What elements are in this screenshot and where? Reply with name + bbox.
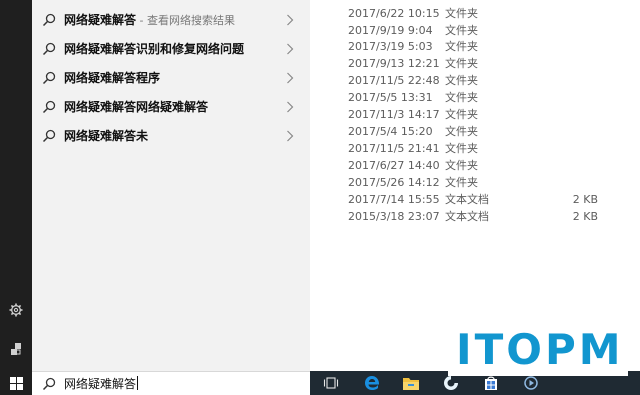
search-icon bbox=[42, 129, 56, 143]
file-date: 2017/5/5 13:31 bbox=[348, 91, 433, 104]
file-size: 2 KB bbox=[572, 210, 598, 223]
file-row[interactable]: 2017/7/14 15:55 文本文档 2 KB bbox=[310, 191, 640, 208]
file-date: 2017/6/27 14:40 bbox=[348, 159, 440, 172]
file-type: 文件夹 bbox=[445, 108, 478, 121]
file-type: 文件夹 bbox=[445, 40, 478, 53]
search-result-item[interactable]: 网络疑难解答识别和修复网络问题 bbox=[32, 35, 310, 63]
file-row[interactable]: 2017/9/19 9:04 文件夹 bbox=[310, 22, 640, 39]
file-type: 文件夹 bbox=[445, 159, 478, 172]
chevron-right-icon bbox=[287, 130, 294, 142]
task-view-icon bbox=[323, 377, 339, 389]
settings-icon bbox=[9, 303, 23, 317]
text-caret bbox=[137, 376, 139, 390]
file-date: 2017/11/5 22:48 bbox=[348, 74, 440, 87]
search-icon bbox=[42, 13, 56, 27]
file-type: 文本文档 bbox=[445, 193, 489, 206]
file-row[interactable]: 2017/11/3 14:17 文件夹 bbox=[310, 106, 640, 123]
file-type: 文件夹 bbox=[445, 176, 478, 189]
file-date: 2015/3/18 23:07 bbox=[348, 210, 440, 223]
file-row[interactable]: 2017/11/5 21:41 文件夹 bbox=[310, 140, 640, 157]
watermark-text: ITOPM bbox=[456, 325, 624, 374]
file-row[interactable]: 2017/9/13 12:21 文件夹 bbox=[310, 55, 640, 72]
search-result-label: 网络疑难解答程序 bbox=[64, 71, 161, 85]
search-results-panel: 网络疑难解答 - 查看网络搜索结果 网络疑难解答识别和修复网络问题 网络疑难解答… bbox=[32, 0, 310, 371]
file-explorer-button[interactable] bbox=[396, 371, 426, 395]
search-result-item[interactable]: 网络疑难解答网络疑难解答 bbox=[32, 93, 310, 121]
chevron-right-icon bbox=[287, 101, 294, 113]
search-result-label: 网络疑难解答网络疑难解答 bbox=[64, 100, 209, 114]
task-view-button[interactable] bbox=[316, 371, 346, 395]
user-button[interactable] bbox=[0, 334, 32, 364]
edge-browser-icon bbox=[365, 376, 380, 390]
file-type: 文件夹 bbox=[445, 57, 478, 70]
file-type: 文件夹 bbox=[445, 125, 478, 138]
search-result-label: 网络疑难解答识别和修复网络问题 bbox=[64, 42, 245, 56]
search-result-label: 网络疑难解答未 bbox=[64, 129, 149, 143]
file-date: 2017/5/26 14:12 bbox=[348, 176, 440, 189]
edge-browser-button[interactable] bbox=[357, 371, 387, 395]
start-menu-rail bbox=[0, 0, 32, 395]
file-row[interactable]: 2017/3/19 5:03 文件夹 bbox=[310, 38, 640, 55]
file-date: 2017/6/22 10:15 bbox=[348, 7, 440, 20]
file-type: 文件夹 bbox=[445, 91, 478, 104]
file-date: 2017/9/19 9:04 bbox=[348, 24, 433, 37]
search-result-item[interactable]: 网络疑难解答程序 bbox=[32, 64, 310, 92]
file-row[interactable]: 2017/5/5 13:31 文件夹 bbox=[310, 89, 640, 106]
chevron-right-icon bbox=[287, 43, 294, 55]
file-date: 2017/3/19 5:03 bbox=[348, 40, 433, 53]
search-result-hint: - 查看网络搜索结果 bbox=[136, 14, 235, 27]
file-explorer-icon bbox=[403, 377, 419, 390]
file-row[interactable]: 2017/5/4 15:20 文件夹 bbox=[310, 123, 640, 140]
user-icon bbox=[11, 343, 21, 355]
file-type: 文本文档 bbox=[445, 210, 489, 223]
chevron-right-icon bbox=[287, 14, 294, 26]
file-type: 文件夹 bbox=[445, 74, 478, 87]
search-icon bbox=[42, 71, 56, 85]
file-size: 2 KB bbox=[572, 193, 598, 206]
file-list: 2017/6/22 10:15 文件夹 2017/9/19 9:04 文件夹 201… bbox=[310, 0, 640, 350]
watermark-logo: ITOPM bbox=[448, 324, 628, 376]
file-date: 2017/7/14 15:55 bbox=[348, 193, 440, 206]
file-type: 文件夹 bbox=[445, 7, 478, 20]
search-icon bbox=[42, 100, 56, 114]
app-icon bbox=[444, 376, 458, 390]
file-date: 2017/5/4 15:20 bbox=[348, 125, 433, 138]
start-button[interactable] bbox=[0, 371, 32, 395]
search-result-item[interactable]: 网络疑难解答未 bbox=[32, 122, 310, 150]
search-result-item[interactable]: 网络疑难解答 - 查看网络搜索结果 bbox=[32, 6, 310, 34]
media-icon bbox=[524, 376, 538, 390]
file-row[interactable]: 2015/3/18 23:07 文本文档 2 KB bbox=[310, 208, 640, 225]
search-icon bbox=[42, 377, 56, 391]
search-input[interactable]: 网络疑难解答 bbox=[64, 372, 139, 395]
chevron-right-icon bbox=[287, 72, 294, 84]
store-icon bbox=[485, 376, 497, 390]
file-row[interactable]: 2017/11/5 22:48 文件夹 bbox=[310, 72, 640, 89]
settings-button[interactable] bbox=[0, 295, 32, 325]
file-date: 2017/11/3 14:17 bbox=[348, 108, 440, 121]
file-row[interactable]: 2017/6/27 14:40 文件夹 bbox=[310, 157, 640, 174]
file-type: 文件夹 bbox=[445, 142, 478, 155]
file-row[interactable]: 2017/6/22 10:15 文件夹 bbox=[310, 5, 640, 22]
search-box[interactable]: 网络疑难解答 bbox=[32, 371, 310, 395]
file-date: 2017/11/5 21:41 bbox=[348, 142, 440, 155]
file-type: 文件夹 bbox=[445, 24, 478, 37]
windows-start-icon bbox=[9, 376, 23, 390]
file-row[interactable]: 2017/5/26 14:12 文件夹 bbox=[310, 174, 640, 191]
search-result-label: 网络疑难解答 - 查看网络搜索结果 bbox=[64, 13, 235, 27]
search-icon bbox=[42, 42, 56, 56]
file-date: 2017/9/13 12:21 bbox=[348, 57, 440, 70]
